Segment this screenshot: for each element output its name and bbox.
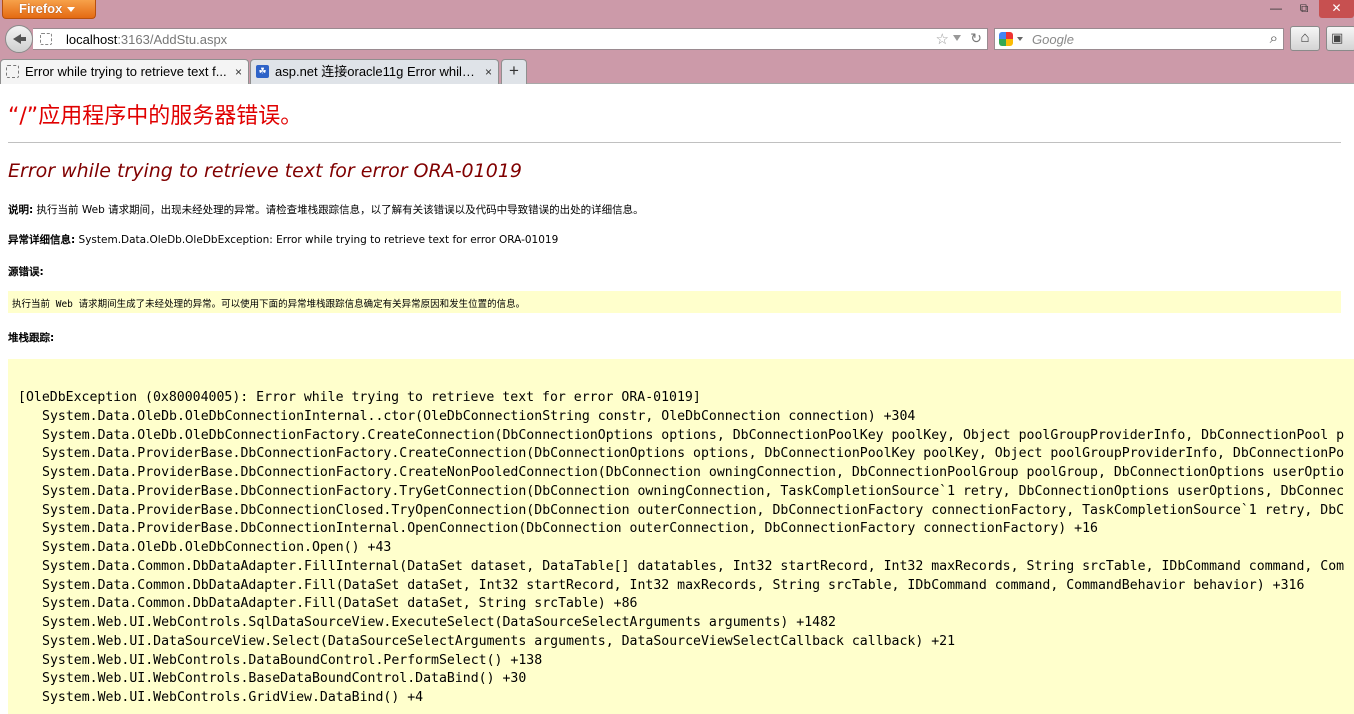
navigation-toolbar: localhost:3163/AddStu.aspx ☆ ↻ Google ⌕ … — [0, 22, 1354, 56]
stack-trace-line: System.Data.ProviderBase.DbConnectionFac… — [42, 483, 1345, 499]
description-line: 说明: 执行当前 Web 请求期间，出现未经处理的异常。请检查堆栈跟踪信息，以了… — [8, 202, 644, 217]
new-tab-button[interactable]: + — [501, 59, 527, 84]
reload-icon[interactable]: ↻ — [970, 30, 982, 47]
stack-trace-line: System.Web.UI.WebControls.SqlDataSourceV… — [42, 615, 836, 630]
source-error-label: 源错误: — [8, 266, 44, 278]
source-error-box: 执行当前 Web 请求期间生成了未经处理的异常。可以使用下面的异常堆栈跟踪信息确… — [8, 291, 1341, 313]
search-bar[interactable]: Google ⌕ — [994, 28, 1284, 50]
maximize-button[interactable]: ⧉ — [1290, 0, 1318, 18]
stack-trace-line: System.Data.OleDb.OleDbConnectionFactory… — [42, 427, 1345, 443]
tab-error-page[interactable]: Error while trying to retrieve text f...… — [0, 59, 249, 84]
stack-trace-line: System.Data.ProviderBase.DbConnectionInt… — [42, 521, 1098, 537]
stack-trace-line: System.Web.UI.WebControls.GridView.DataB… — [42, 690, 424, 705]
tab-baidu-search[interactable]: ☘ asp.net 连接oracle11g Error while ... × — [250, 59, 499, 84]
stack-trace-line: System.Data.ProviderBase.DbConnectionFac… — [42, 465, 1345, 480]
error-title: Error while trying to retrieve text for … — [8, 160, 522, 182]
stack-trace-line: System.Data.Common.DbDataAdapter.Fill(Da… — [42, 596, 638, 612]
source-error-text: 执行当前 Web 请求期间生成了未经处理的异常。可以使用下面的异常堆栈跟踪信息确… — [12, 299, 526, 310]
server-error-heading: “/”应用程序中的服务器错误。 — [8, 104, 303, 129]
blank-page-icon — [40, 33, 52, 45]
address-bar[interactable]: localhost:3163/AddStu.aspx ☆ ↻ — [33, 28, 988, 50]
exception-details-line: 异常详细信息: System.Data.OleDb.OleDbException… — [8, 232, 558, 247]
close-window-button[interactable]: ✕ — [1319, 0, 1354, 18]
google-icon[interactable] — [999, 32, 1013, 46]
blank-page-icon — [6, 65, 19, 78]
stack-trace-line: System.Web.UI.WebControls.BaseDataBoundC… — [42, 671, 527, 687]
firefox-menu-label: Firefox — [19, 1, 63, 16]
stack-trace-line: System.Data.Common.DbDataAdapter.Fill(Da… — [42, 577, 1305, 593]
description-text: 执行当前 Web 请求期间，出现未经处理的异常。请检查堆栈跟踪信息，以了解有关该… — [33, 204, 644, 216]
exception-label: 异常详细信息: — [8, 234, 76, 246]
chevron-down-icon — [67, 7, 75, 12]
magnifier-icon[interactable]: ⌕ — [1270, 30, 1278, 47]
stack-trace-header: [OleDbException (0x80004005): Error whil… — [18, 390, 701, 405]
tab-close-icon[interactable]: × — [485, 60, 492, 84]
window-titlebar: Firefox ― ⧉ ✕ — [0, 0, 1354, 22]
tab-label: asp.net 连接oracle11g Error while ... — [275, 64, 477, 79]
stack-trace-line: System.Data.OleDb.OleDbConnectionInterna… — [42, 408, 916, 424]
url-path: :3163/AddStu.aspx — [117, 32, 228, 47]
page-content: “/”应用程序中的服务器错误。 Error while trying to re… — [0, 84, 1354, 714]
divider — [8, 142, 1341, 143]
stack-trace-line: System.Web.UI.WebControls.DataBoundContr… — [42, 652, 543, 668]
stack-trace-box: [OleDbException (0x80004005): Error whil… — [8, 359, 1354, 714]
url-host: localhost — [66, 32, 118, 47]
stack-trace-line: System.Data.Common.DbDataAdapter.FillInt… — [42, 558, 1345, 574]
bookmark-star-icon[interactable]: ☆ — [936, 30, 949, 48]
addon-bar-icon[interactable]: ▣ — [1326, 26, 1354, 51]
tab-close-icon[interactable]: × — [235, 60, 242, 84]
paw-icon: ☘ — [256, 65, 269, 78]
exception-text: System.Data.OleDb.OleDbException: Error … — [75, 234, 559, 246]
description-label: 说明: — [8, 204, 34, 216]
stack-trace-line: System.Data.ProviderBase.DbConnectionClo… — [42, 502, 1345, 518]
home-icon[interactable]: ⌂ — [1290, 26, 1320, 51]
url-text[interactable]: localhost:3163/AddStu.aspx — [66, 32, 227, 47]
stack-trace-label: 堆栈跟踪: — [8, 332, 55, 344]
back-arrow-icon[interactable] — [5, 25, 33, 53]
stack-trace-line: System.Data.OleDb.OleDbConnection.Open()… — [42, 540, 392, 555]
firefox-menu-button[interactable]: Firefox — [2, 0, 96, 19]
minimize-button[interactable]: ― — [1262, 0, 1290, 18]
stack-trace-line: System.Data.ProviderBase.DbConnectionFac… — [42, 446, 1345, 462]
tab-label: Error while trying to retrieve text f... — [25, 64, 227, 79]
search-placeholder: Google — [1032, 32, 1074, 47]
stack-trace: [OleDbException (0x80004005): Error whil… — [18, 389, 1344, 708]
url-dropdown-icon[interactable] — [953, 35, 961, 41]
tab-strip: Error while trying to retrieve text f...… — [0, 56, 1354, 84]
engine-dropdown-icon[interactable] — [1017, 37, 1023, 41]
stack-trace-line: System.Web.UI.DataSourceView.Select(Data… — [42, 633, 956, 649]
